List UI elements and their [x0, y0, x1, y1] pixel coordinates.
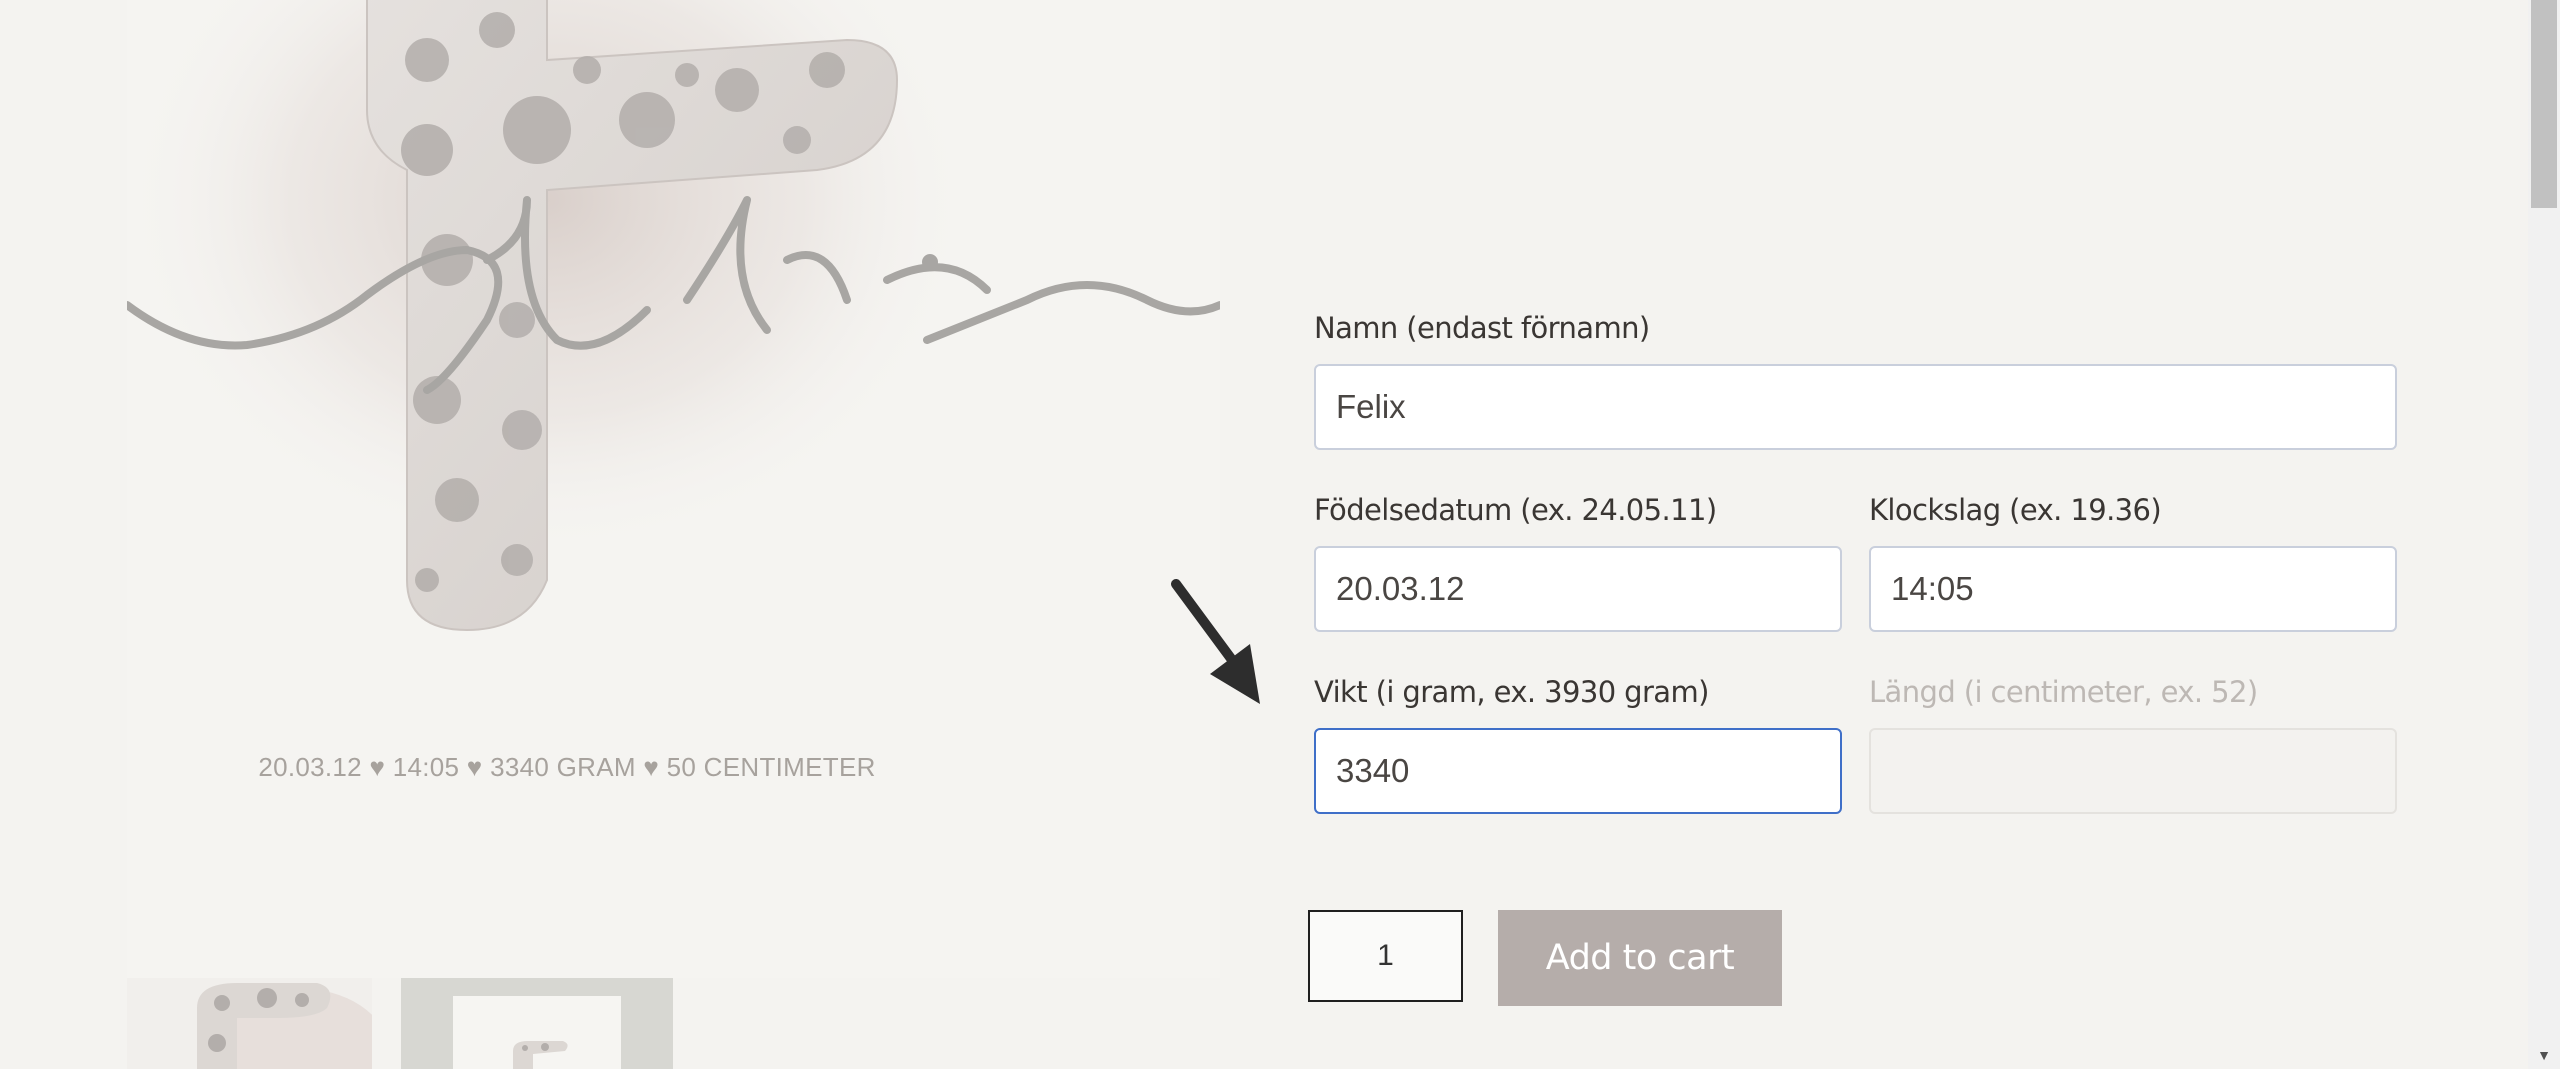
time-label: Klockslag (ex. 19.36)	[1869, 493, 2162, 527]
add-to-cart-button[interactable]: Add to cart	[1498, 910, 1782, 1006]
letter-f-illustration	[127, 0, 1220, 632]
time-input[interactable]	[1869, 546, 2397, 632]
thumbnail-2-illustration	[513, 1041, 568, 1069]
poster-details-text: 20.03.12 ♥ 14:05 ♥ 3340 GRAM ♥ 50 CENTIM…	[258, 752, 876, 782]
scroll-down-arrow-icon[interactable]: ▼	[2528, 1041, 2560, 1069]
thumbnail-1-illustration	[197, 983, 372, 1069]
name-input[interactable]	[1314, 364, 2397, 450]
page: 20.03.12 ♥ 14:05 ♥ 3340 GRAM ♥ 50 CENTIM…	[0, 0, 2560, 1069]
weight-label: Vikt (i gram, ex. 3930 gram)	[1314, 675, 1709, 709]
thumbnail-2[interactable]	[401, 978, 673, 1069]
scrollbar-thumb[interactable]	[2531, 0, 2557, 208]
product-image[interactable]: 20.03.12 ♥ 14:05 ♥ 3340 GRAM ♥ 50 CENTIM…	[127, 0, 1220, 978]
length-label: Längd (i centimeter, ex. 52)	[1869, 675, 2258, 709]
birthdate-label: Födelsedatum (ex. 24.05.11)	[1314, 493, 1717, 527]
quantity-input[interactable]	[1308, 910, 1463, 1002]
birthdate-input[interactable]	[1314, 546, 1842, 632]
length-input[interactable]	[1869, 728, 2397, 814]
thumbnail-1[interactable]	[127, 978, 372, 1069]
arrow-pointer-icon	[1171, 579, 1260, 704]
name-label: Namn (endast förnamn)	[1314, 311, 1650, 345]
thumbnail-2-frame	[453, 996, 621, 1069]
weight-input[interactable]	[1314, 728, 1842, 814]
